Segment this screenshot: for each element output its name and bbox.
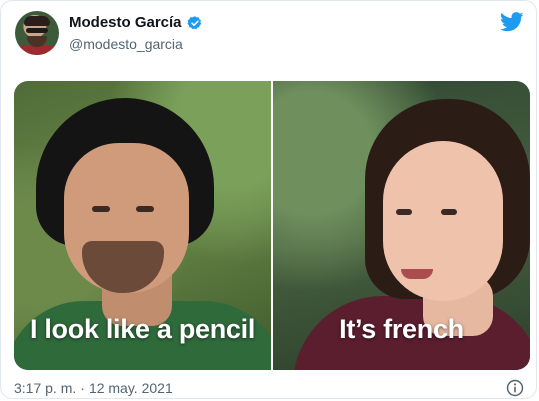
tweet-timestamp[interactable]: 3:17 p. m. · 12 may. 2021 <box>14 380 173 396</box>
media-panel-right[interactable]: It’s french <box>273 81 530 370</box>
twitter-bird-icon[interactable] <box>500 12 524 32</box>
person-left-eye <box>92 206 110 212</box>
verified-badge-icon <box>186 15 201 29</box>
person-right-face <box>383 141 503 301</box>
info-icon[interactable] <box>506 379 524 397</box>
avatar-hair <box>24 16 50 26</box>
person-left-eye <box>136 206 154 212</box>
tweet-media[interactable]: I look like a pencil It’s french <box>14 81 530 370</box>
user-handle[interactable]: @modesto_garcia <box>69 35 203 53</box>
tweet-time[interactable]: 3:17 p. m. <box>14 380 76 396</box>
display-name[interactable]: Modesto García <box>69 13 182 32</box>
person-right-eye <box>441 209 457 215</box>
name-row: Modesto García <box>69 13 203 32</box>
avatar[interactable] <box>15 11 59 55</box>
caption-right: It’s french <box>339 314 464 344</box>
timestamp-separator: · <box>80 380 85 396</box>
caption-left: I look like a pencil <box>29 314 256 344</box>
person-right-eye <box>396 209 412 215</box>
media-panel-left[interactable]: I look like a pencil <box>14 81 271 370</box>
person-right-mouth <box>401 269 433 279</box>
tweet-header: Modesto García @modesto_garcia <box>15 11 203 55</box>
avatar-glasses <box>26 28 48 33</box>
tweet-card: Modesto García @modesto_garcia I look li… <box>0 0 537 399</box>
tweet-date[interactable]: 12 may. 2021 <box>89 380 173 396</box>
author-names: Modesto García @modesto_garcia <box>69 13 203 53</box>
